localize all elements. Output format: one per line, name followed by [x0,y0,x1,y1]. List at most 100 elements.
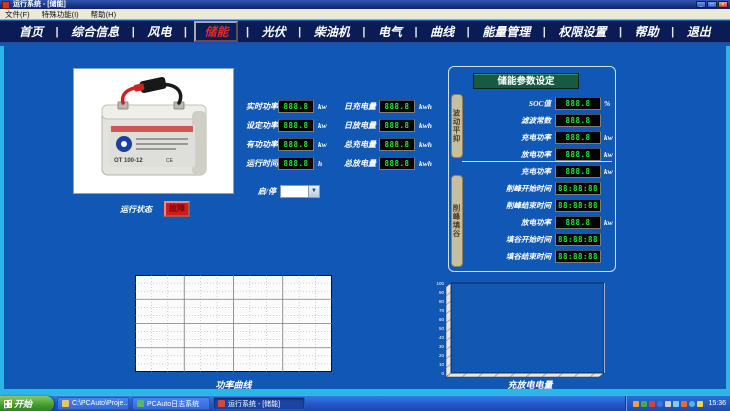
metric-unit: h [318,157,322,170]
tray-icon[interactable] [641,401,647,407]
nav-item-home[interactable]: 首页 [14,22,48,41]
folder-icon [62,400,69,407]
metric-unit: kw [318,138,327,151]
run-status-indicator[interactable]: 故障 [164,201,190,217]
power-curve-caption: 功率曲线 [135,378,332,391]
nav-separator: | [298,26,301,38]
tray-icon[interactable] [689,401,695,407]
tab-peak-shaving[interactable]: 削峰填谷 [451,175,463,267]
task-label: PCAuto日志系统 [147,399,199,409]
metric-unit: kwh [419,157,432,170]
app-window-icon [137,400,144,407]
nav-separator: | [184,26,187,38]
tray-icon[interactable] [657,401,663,407]
close-button[interactable]: × [718,1,728,8]
y-tick-label: 20 [439,353,445,358]
nav-item-diesel[interactable]: 柴油机 [309,22,355,41]
params-group-divider [462,161,612,162]
param-value-display: 888.8 [555,148,601,161]
svg-text:CE: CE [166,158,174,164]
app-icon [2,1,10,9]
metric-value-display: 888.8 [379,138,415,151]
param-value-display: 888.8 [555,97,601,110]
param-value-display: 88:88:88 [555,199,601,212]
task-label: C:\PCAuto\Proje... [72,400,129,407]
nav-item-pv[interactable]: 光伏 [257,22,291,41]
taskbar-task-run-system[interactable]: 运行系统 - [储能] [213,397,305,410]
param-unit: kw [604,216,613,229]
main-content: OT 100-12 CE 运行状态 故障 实时功率 888.8 kw 设定功率 … [0,46,730,395]
chevron-down-icon[interactable]: ▼ [308,186,319,197]
y-tick-label: 60 [439,317,445,322]
battery-icon: OT 100-12 CE [74,69,231,191]
nav-separator: | [246,26,249,38]
run-status-label: 运行状态 [104,203,152,216]
y-tick-label: 0 [441,371,444,376]
metric-label: 总充电量 [338,138,376,151]
nav-separator: | [619,26,622,38]
nav-item-permissions[interactable]: 权限设置 [553,22,611,41]
param-label: 滤波常数 [463,114,551,127]
param-value-display: 888.8 [555,165,601,178]
start-stop-label: 启/停 [244,185,276,198]
taskbar-task-log-system[interactable]: PCAuto日志系统 [132,397,210,410]
y-tick-label: 30 [439,344,445,349]
nav-bar: 首页 | 综合信息 | 风电 | 储能 | 光伏 | 柴油机 | 电气 | 曲线… [0,21,730,44]
params-panel: 储能参数设定 波动平抑 削峰填谷 SOC值 888.8 % 滤波常数 888.8… [448,66,616,272]
tab-fluctuation-smoothing[interactable]: 波动平抑 [451,94,463,158]
metric-label: 实时功率 [240,100,278,113]
screen: 运行系统 - [储能] _ □ × 文件(F) 特殊功能(I) 帮助(H) 首页… [0,0,730,411]
nav-item-help[interactable]: 帮助 [630,22,664,41]
nav-item-exit[interactable]: 退出 [682,22,716,41]
battery-image-panel: OT 100-12 CE [73,68,234,194]
start-stop-select[interactable]: ▼ [280,185,320,198]
windows-logo-icon [4,399,12,408]
nav-item-energy-management[interactable]: 能量管理 [477,22,535,41]
param-unit: kw [604,131,613,144]
nav-item-energy-storage[interactable]: 储能 [194,21,238,42]
tray-icon[interactable] [681,401,687,407]
param-label: 放电功率 [463,216,551,229]
power-curve-chart [135,275,332,372]
y-tick-label: 90 [439,290,445,295]
param-label: 放电功率 [463,148,551,161]
metric-unit: kwh [419,100,432,113]
maximize-button[interactable]: □ [707,1,717,8]
metric-value-display: 888.8 [278,138,314,151]
param-value-display: 888.8 [555,114,601,127]
tray-icon[interactable] [649,401,655,407]
charge-discharge-caption: 充放电电量 [450,378,610,391]
tray-icon[interactable] [665,401,671,407]
start-button[interactable]: 开始 [0,396,54,411]
nav-separator: | [132,26,135,38]
window-controls: _ □ × [696,1,728,8]
menu-item-help[interactable]: 帮助(H) [91,9,116,20]
minimize-button[interactable]: _ [696,1,706,8]
metric-value-display: 888.8 [278,119,314,132]
param-unit: kw [604,148,613,161]
taskbar-task-folder[interactable]: C:\PCAuto\Proje... [57,397,129,410]
menu-item-file[interactable]: 文件(F) [5,9,30,20]
param-value-display: 888.8 [555,131,601,144]
tray-icon[interactable] [633,401,639,407]
tray-icon[interactable] [697,401,703,407]
param-label: 充电功率 [463,131,551,144]
metric-unit: kw [318,100,327,113]
start-button-label: 开始 [14,397,32,410]
app-window-icon [218,400,225,407]
metric-label: 日放电量 [338,119,376,132]
metric-label: 设定功率 [240,119,278,132]
metric-label: 总放电量 [338,157,376,170]
nav-item-overview[interactable]: 综合信息 [66,22,124,41]
y-tick-label: 40 [439,335,445,340]
tray-icon[interactable] [673,401,679,407]
menu-item-special-functions[interactable]: 特殊功能(I) [42,9,79,20]
nav-separator: | [543,26,546,38]
nav-item-wind-power[interactable]: 风电 [142,22,176,41]
nav-item-electrical[interactable]: 电气 [373,22,407,41]
nav-separator: | [467,26,470,38]
nav-separator: | [362,26,365,38]
metric-value-display: 888.8 [278,157,314,170]
nav-item-curves[interactable]: 曲线 [425,22,459,41]
taskbar-clock[interactable]: 15:36 [708,400,726,407]
